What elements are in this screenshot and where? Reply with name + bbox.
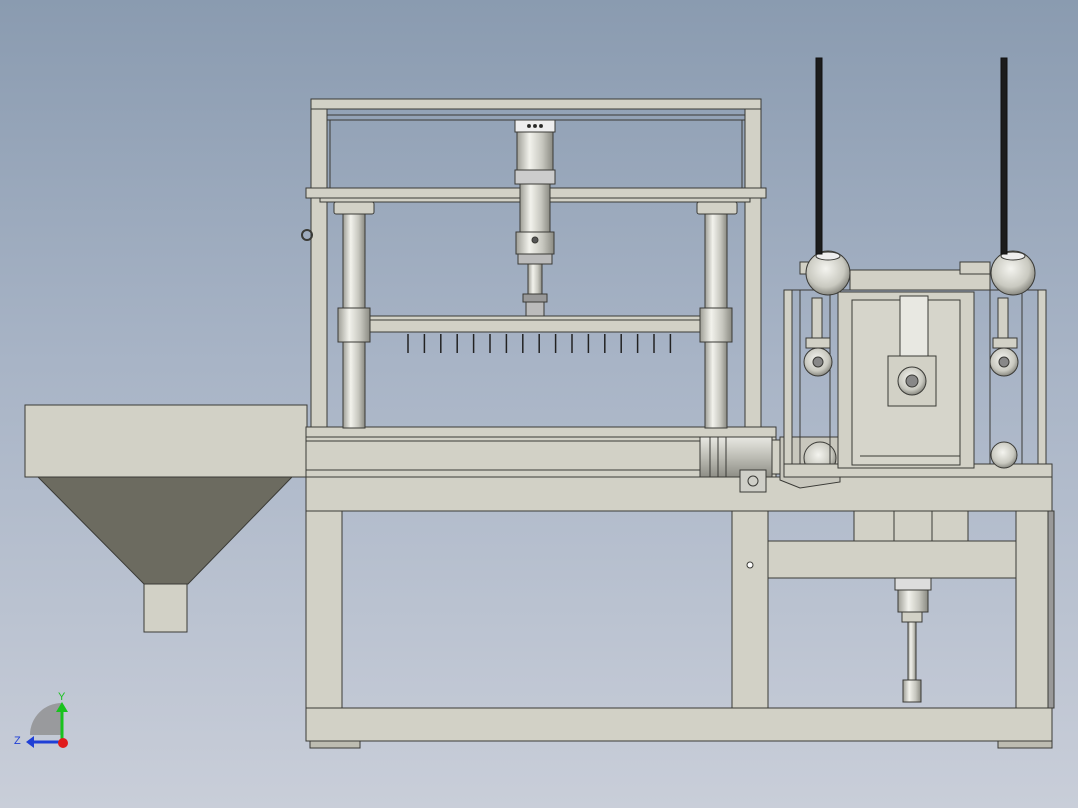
cad-viewport[interactable]: Y Z xyxy=(0,0,1078,808)
hopper xyxy=(24,404,308,633)
y-axis-label: Y xyxy=(58,691,66,703)
orientation-triad: Y Z xyxy=(14,691,68,748)
central-cylinder xyxy=(514,119,556,317)
needle-row xyxy=(407,334,672,353)
base-frame xyxy=(305,476,1055,749)
machine-assembly-model[interactable]: Y Z xyxy=(0,0,1078,808)
needle-beam xyxy=(369,315,701,333)
right-roller xyxy=(989,250,1036,469)
vertical-belts xyxy=(815,57,1008,255)
lower-cylinder xyxy=(894,577,932,703)
z-axis-label: Z xyxy=(14,735,21,747)
